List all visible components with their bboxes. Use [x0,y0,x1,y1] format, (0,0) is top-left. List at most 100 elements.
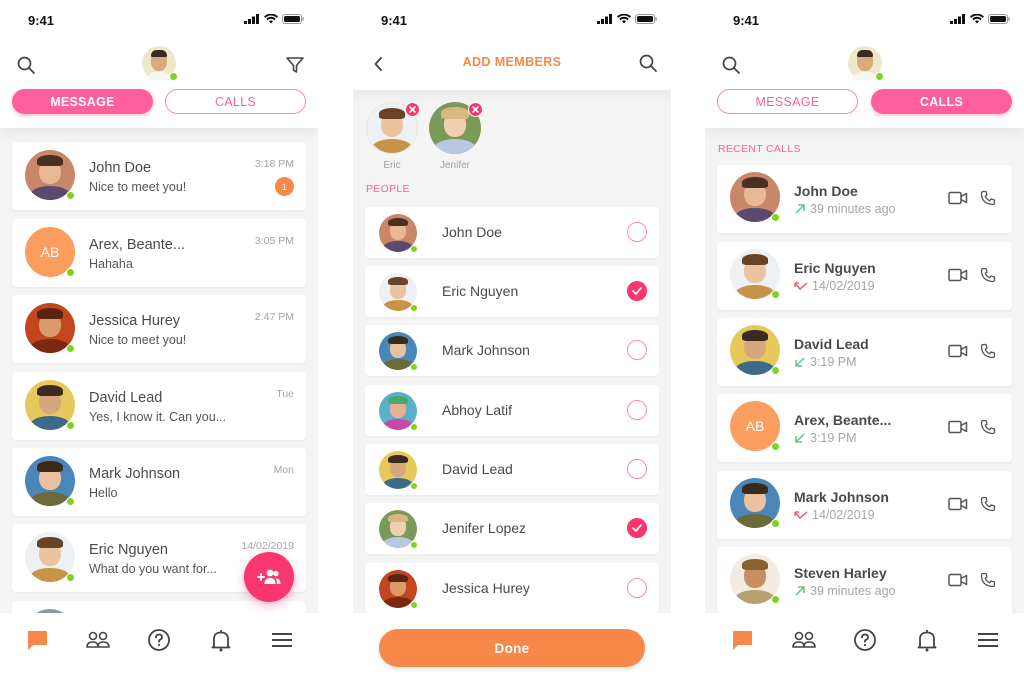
help-icon [148,629,170,651]
call-row[interactable]: Mark Johnson 14/02/2019 [717,471,1012,539]
video-call-button[interactable] [948,573,968,592]
selected-member[interactable]: Jenifer [429,102,483,171]
online-indicator [771,442,780,451]
status-time: 9:41 [381,13,408,28]
recent-calls-list: RECENT CALLS John Doe 39 minutes ago Eri… [705,128,1024,613]
remove-member-button[interactable] [468,102,483,117]
missed-call-icon [794,511,808,520]
person-row[interactable]: Jessica Hurey [365,563,659,613]
avatar [25,150,75,200]
online-indicator [410,541,418,549]
contact-name: Steven Harley [794,565,887,581]
message-time: Mon [273,464,294,476]
select-checkbox[interactable] [627,281,647,301]
avatar [379,332,418,371]
select-checkbox[interactable] [627,222,647,242]
nav-chat[interactable] [24,627,50,653]
person-row[interactable]: David Lead [365,444,659,495]
video-camera-icon [948,497,968,511]
nav-contacts[interactable] [791,627,817,653]
video-call-button[interactable] [948,344,968,363]
video-call-button[interactable] [948,191,968,210]
call-row[interactable]: AB Arex, Beante... 3:19 PM [717,394,1012,462]
my-profile-avatar[interactable] [847,46,884,81]
filter-icon[interactable] [284,54,306,76]
avatar [25,456,75,506]
help-icon [854,629,876,651]
outgoing-call-icon [795,586,805,596]
tab-calls[interactable]: CALLS [165,89,306,114]
call-row[interactable]: Steven Harley 39 minutes ago [717,547,1012,613]
voice-call-button[interactable] [980,572,996,593]
person-row[interactable]: John Doe [365,207,659,258]
video-call-button[interactable] [948,268,968,287]
voice-call-button[interactable] [980,267,996,288]
select-checkbox[interactable] [627,400,647,420]
wifi-icon [264,14,278,24]
nav-contacts[interactable] [85,627,111,653]
online-indicator [771,366,780,375]
voice-call-button[interactable] [980,190,996,211]
nav-help[interactable] [146,627,172,653]
nav-menu[interactable] [269,627,295,653]
video-call-button[interactable] [948,420,968,439]
phone-icon [980,343,996,359]
conversation-item[interactable]: Mark Johnson Hello Mon [12,448,306,516]
tab-message[interactable]: MESSAGE [717,89,858,114]
remove-member-button[interactable] [405,102,420,117]
avatar [379,273,418,312]
nav-help[interactable] [852,627,878,653]
search-icon[interactable] [720,54,742,76]
conversation-item[interactable]: Jessica Hurey Nice to meet you! 2:47 PM [12,295,306,363]
selected-member-name: Jenifer [439,160,470,171]
call-row[interactable]: Eric Nguyen 14/02/2019 [717,242,1012,310]
person-row[interactable]: Mark Johnson [365,325,659,376]
status-time: 9:41 [28,13,55,28]
tab-message[interactable]: MESSAGE [12,89,153,114]
voice-call-button[interactable] [980,496,996,517]
avatar: AB [730,401,780,451]
online-indicator [771,519,780,528]
person-row[interactable]: Eric Nguyen [365,266,659,317]
contacts-icon [86,631,110,648]
message-preview: Yes, I know it. Can you... [89,410,227,424]
message-time: 14/02/2019 [241,540,294,552]
conversation-item[interactable]: AB Arex, Beante... Hahaha 3:05 PM [12,219,306,287]
avatar [379,214,418,253]
voice-call-button[interactable] [980,419,996,440]
call-row[interactable]: David Lead 3:19 PM [717,318,1012,386]
select-checkbox[interactable] [627,518,647,538]
select-checkbox[interactable] [627,459,647,479]
call-time: 39 minutes ago [810,202,896,216]
tab-calls[interactable]: CALLS [871,89,1012,114]
outgoing-call-icon [795,204,805,214]
my-profile-avatar[interactable] [142,46,178,81]
call-time: 3:19 PM [810,355,857,369]
phone-icon [980,496,996,512]
conversation-item[interactable]: David Lead Yes, I know it. Can you... Tu… [12,372,306,440]
call-info: 3:19 PM [794,355,857,369]
done-button[interactable]: Done [379,629,645,667]
incoming-call-icon [795,357,805,367]
conversation-item[interactable] [12,601,306,613]
select-checkbox[interactable] [627,340,647,360]
voice-call-button[interactable] [980,343,996,364]
video-call-button[interactable] [948,497,968,516]
selected-member[interactable]: Eric [366,102,420,171]
nav-chat[interactable] [729,627,755,653]
nav-menu[interactable] [975,627,1001,653]
search-icon[interactable] [637,52,659,74]
person-name: David Lead [442,461,513,477]
nav-notifications[interactable] [208,627,234,653]
new-group-button[interactable] [244,552,294,602]
person-row[interactable]: Abhoy Latif [365,385,659,436]
nav-notifications[interactable] [914,627,940,653]
conversation-item[interactable]: John Doe Nice to meet you! 3:18 PM 1 [12,142,306,210]
select-checkbox[interactable] [627,578,647,598]
call-info: 14/02/2019 [794,508,875,522]
person-row[interactable]: Jenifer Lopez [365,503,659,554]
search-icon[interactable] [15,54,37,76]
call-row[interactable]: John Doe 39 minutes ago [717,165,1012,233]
bell-icon [211,630,231,652]
avatar [429,102,483,154]
